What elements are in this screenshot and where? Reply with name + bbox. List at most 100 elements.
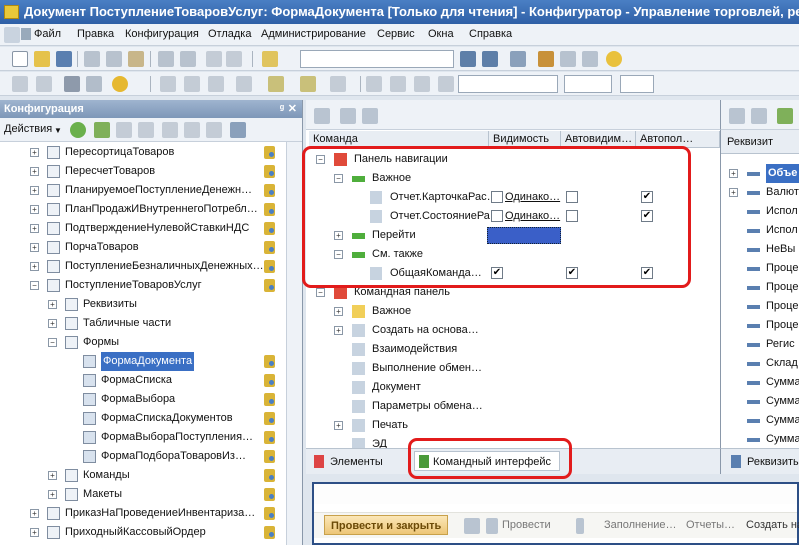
col-visibility[interactable]: Видимость — [489, 131, 561, 148]
req-header[interactable]: Реквизит — [721, 130, 799, 154]
search-combo[interactable] — [300, 50, 454, 68]
expand-icon[interactable]: + — [30, 262, 39, 271]
command-row[interactable]: + Печать — [306, 416, 720, 435]
requisite-item[interactable]: НеВы — [721, 240, 799, 259]
align-left-icon[interactable] — [366, 76, 382, 92]
info-icon[interactable] — [606, 51, 622, 67]
config-tree-item[interactable]: + ПриказНаПроведениеИнвентариза… — [0, 504, 284, 523]
menu-file[interactable]: Файл — [34, 28, 61, 40]
expand-icon[interactable]: + — [30, 224, 39, 233]
config-tree-item[interactable]: ФормаСпискаДокументов — [0, 409, 284, 428]
expand-icon[interactable]: − — [316, 288, 325, 297]
run-icon[interactable] — [112, 76, 128, 92]
fill-button[interactable]: Заполнение… — [604, 519, 677, 531]
command-row[interactable]: − Панель навигации — [306, 150, 720, 169]
open-icon[interactable] — [34, 51, 50, 67]
expand-icon[interactable]: + — [30, 205, 39, 214]
undo-icon[interactable] — [206, 51, 222, 67]
config-tree-item[interactable]: − ПоступлениеТоваровУслуг — [0, 276, 284, 295]
expand-icon[interactable]: + — [48, 319, 57, 328]
col-autopos[interactable]: Автопол… — [636, 131, 720, 148]
requisite-item[interactable]: + Валют — [721, 183, 799, 202]
config-tree-item[interactable]: + Макеты — [0, 485, 284, 504]
config-tree-item[interactable]: + ПересортицаТоваров — [0, 143, 284, 162]
requisite-item[interactable]: + Объе — [721, 164, 799, 183]
command-row[interactable]: + Важное — [306, 302, 720, 321]
config-tree-item[interactable]: + Команды — [0, 466, 284, 485]
command-row[interactable]: − Важное — [306, 169, 720, 188]
command-row[interactable]: + Создать на основа… — [306, 321, 720, 340]
expand-icon[interactable]: + — [48, 490, 57, 499]
expand-icon[interactable]: + — [30, 243, 39, 252]
command-row[interactable]: Выполнение обмен… — [306, 359, 720, 378]
edit-icon[interactable] — [94, 122, 110, 138]
create-based-button[interactable]: Создать на — [746, 519, 799, 531]
expand-icon[interactable]: + — [30, 186, 39, 195]
align-center-icon[interactable] — [390, 76, 406, 92]
menu-administration[interactable]: Администрирование — [261, 28, 366, 40]
requisite-item[interactable]: Сумма — [721, 411, 799, 430]
fill-icon[interactable] — [268, 76, 284, 92]
expand-icon[interactable]: + — [334, 421, 343, 430]
expand-icon[interactable]: + — [48, 300, 57, 309]
config-tree-item[interactable]: ФормаДокумента — [0, 352, 284, 371]
menu-edit[interactable]: Правка — [77, 28, 114, 40]
menu-configuration[interactable]: Конфигурация — [125, 28, 199, 40]
config-tree-item[interactable]: + ПланПродажИВнутреннегоПотребл… — [0, 200, 284, 219]
cut-icon[interactable] — [84, 51, 100, 67]
requisite-item[interactable]: Проце — [721, 278, 799, 297]
save-doc-icon[interactable] — [464, 518, 480, 534]
reports-button[interactable]: Отчеты… — [686, 519, 735, 531]
close-panel-icon[interactable] — [314, 108, 330, 124]
new-icon[interactable] — [12, 51, 28, 67]
expand-icon[interactable]: − — [334, 250, 343, 259]
requisite-item[interactable]: Испол — [721, 221, 799, 240]
expand-icon[interactable]: − — [316, 155, 325, 164]
underline-icon[interactable] — [208, 76, 224, 92]
config-tree-item[interactable]: + ПодтверждениеНулевойСтавкиНДС — [0, 219, 284, 238]
arrow-up-icon[interactable] — [340, 108, 356, 124]
post-and-close-button[interactable]: Провести и закрыть — [324, 515, 449, 535]
visibility-checkbox[interactable]: ✔ — [491, 267, 503, 279]
props-icon[interactable] — [12, 76, 28, 92]
font-combo[interactable] — [458, 75, 558, 93]
close-icon[interactable]: ✕ — [288, 100, 297, 118]
requisite-item[interactable]: Сумма — [721, 430, 799, 449]
visibility-checkbox[interactable] — [491, 191, 503, 203]
move-up-icon[interactable] — [162, 122, 178, 138]
expand-icon[interactable]: + — [30, 167, 39, 176]
paste-icon[interactable] — [128, 51, 144, 67]
bold-icon[interactable] — [160, 76, 176, 92]
command-row[interactable]: Отчет.СостояниеРа… Одинако… ✔ — [306, 207, 720, 226]
requisite-item[interactable]: Испол — [721, 202, 799, 221]
add-icon[interactable] — [70, 122, 86, 138]
table-icon[interactable] — [36, 76, 52, 92]
border-icon[interactable] — [236, 76, 252, 92]
syntax-icon[interactable] — [538, 51, 554, 67]
requisite-item[interactable]: Проце — [721, 297, 799, 316]
save-icon[interactable] — [56, 51, 72, 67]
doc-help-icon[interactable] — [582, 51, 598, 67]
config-tree-item[interactable]: + ПорчаТоваров — [0, 238, 284, 257]
config-tree-item[interactable]: + ПоступлениеБезналичныхДенежных… — [0, 257, 284, 276]
expand-icon[interactable]: + — [729, 169, 738, 178]
window-icon[interactable] — [510, 51, 526, 67]
find-prev-icon[interactable] — [482, 51, 498, 67]
copy-item-icon[interactable] — [116, 122, 132, 138]
autovisibility-checkbox[interactable] — [566, 210, 578, 222]
redo-icon[interactable] — [226, 51, 242, 67]
config-tree-item[interactable]: + ПересчетТоваров — [0, 162, 284, 181]
requisite-item[interactable]: Проце — [721, 316, 799, 335]
command-row[interactable]: Документ — [306, 378, 720, 397]
config-tree-item[interactable]: ФормаВыбора — [0, 390, 284, 409]
expand-icon[interactable]: + — [729, 188, 738, 197]
requisite-item[interactable]: Регис — [721, 335, 799, 354]
config-tree-item[interactable]: + ПланируемоеПоступлениеДенежн… — [0, 181, 284, 200]
requisite-item[interactable]: Сумма — [721, 373, 799, 392]
config-tree-item[interactable]: + Табличные части — [0, 314, 284, 333]
col-command[interactable]: Команда — [309, 131, 489, 148]
config-tree-item[interactable]: ФормаВыбораПоступления… — [0, 428, 284, 447]
filter-icon[interactable] — [230, 122, 246, 138]
config-tree-item[interactable]: + Реквизиты — [0, 295, 284, 314]
visibility-value[interactable]: Одинако… — [505, 188, 560, 207]
